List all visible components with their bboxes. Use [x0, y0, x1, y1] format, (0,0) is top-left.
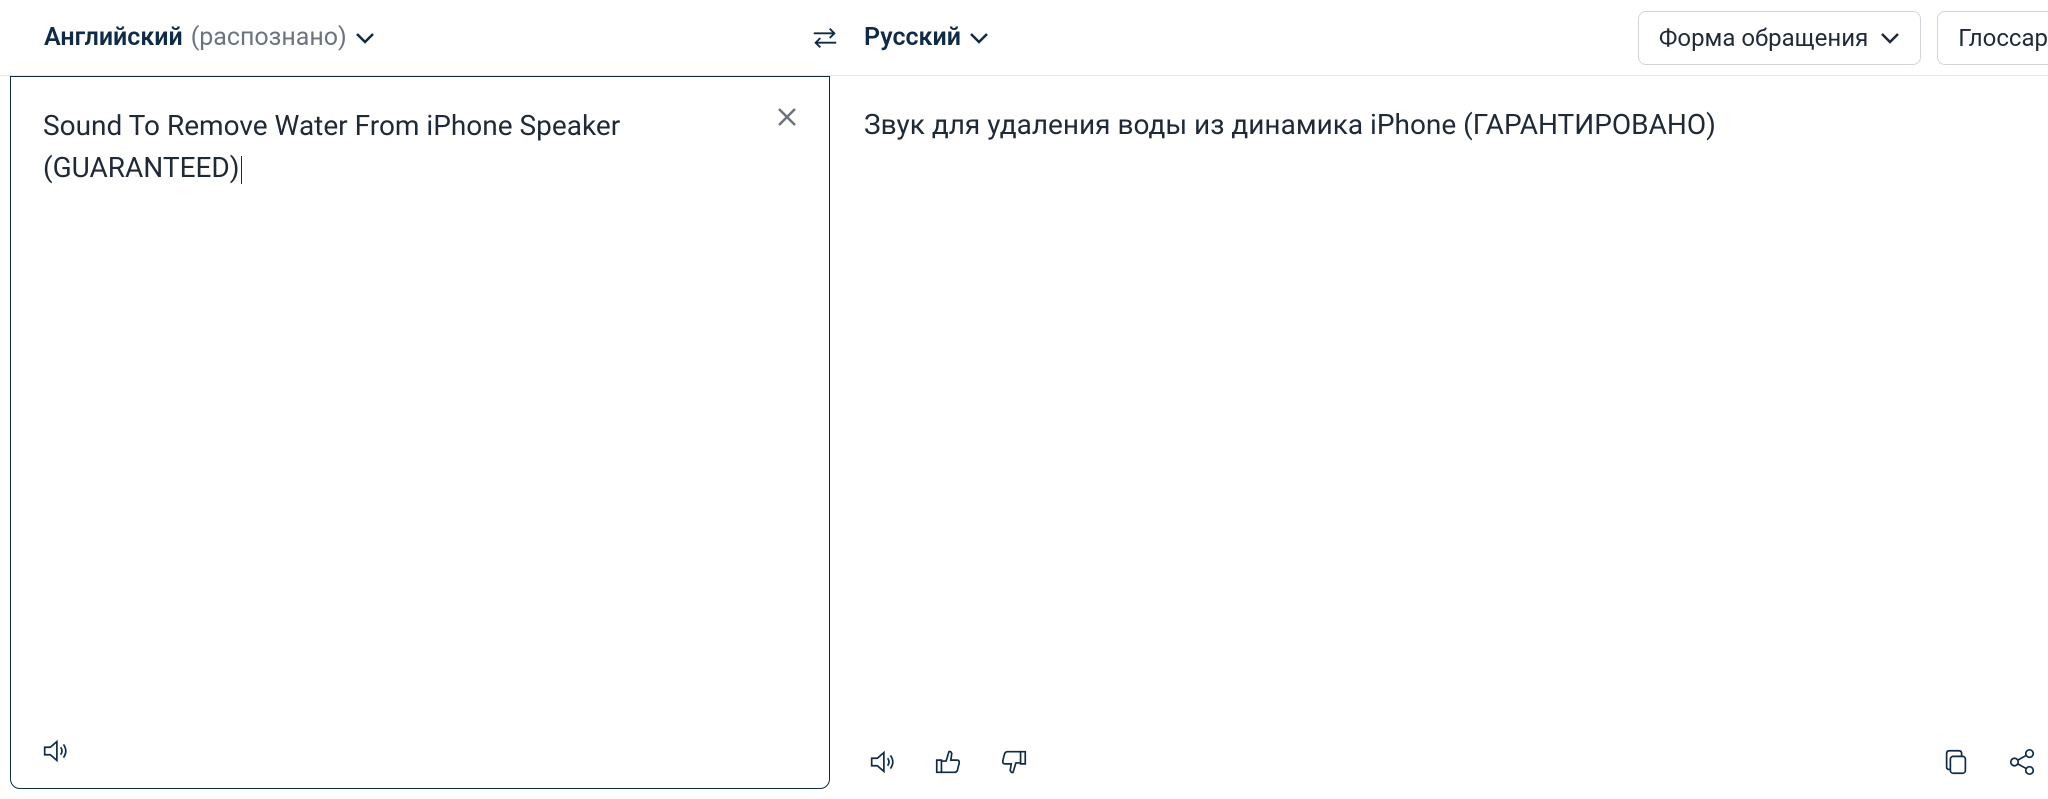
formality-dropdown[interactable]: Форма обращения [1638, 11, 1921, 65]
target-panel: Звук для удаления воды из динамика iPhon… [830, 76, 2048, 799]
source-text-input[interactable]: Sound To Remove Water From iPhone Speake… [11, 77, 829, 728]
play-source-audio-button[interactable] [37, 735, 73, 771]
clear-source-button[interactable] [769, 101, 805, 137]
copy-button[interactable] [1938, 746, 1974, 782]
target-text-output: Звук для удаления воды из динамика iPhon… [864, 76, 2048, 739]
chevron-down-icon [355, 28, 375, 48]
speaker-icon [867, 747, 897, 781]
source-language-detected-label: (распознано) [191, 23, 347, 52]
chevron-down-icon [969, 28, 989, 48]
target-language-selector[interactable]: Русский [864, 23, 989, 52]
chevron-down-icon [1880, 28, 1900, 48]
formality-label: Форма обращения [1659, 24, 1868, 52]
thumbs-up-button[interactable] [930, 746, 966, 782]
thumbs-up-icon [933, 747, 963, 781]
thumbs-down-icon [999, 747, 1029, 781]
source-bottom-bar [11, 728, 829, 788]
speaker-icon [40, 736, 70, 770]
glossary-button[interactable]: Глоссар [1937, 11, 2048, 65]
source-panel: Sound To Remove Water From iPhone Speake… [10, 76, 830, 789]
target-language-label: Русский [864, 23, 961, 52]
header-bar: Английский (распознано) Русский Форма об… [0, 0, 2048, 76]
share-button[interactable] [2004, 746, 2040, 782]
translation-panels: Sound To Remove Water From iPhone Speake… [0, 76, 2048, 799]
thumbs-down-button[interactable] [996, 746, 1032, 782]
source-language-label: Английский [44, 23, 183, 52]
source-language-selector[interactable]: Английский (распознано) [44, 23, 375, 52]
swap-languages-button[interactable] [807, 20, 843, 56]
glossary-label: Глоссар [1958, 24, 2048, 52]
close-icon [775, 105, 799, 133]
target-bottom-right [1938, 746, 2048, 782]
copy-icon [1941, 747, 1971, 781]
target-bottom-bar [864, 739, 2048, 799]
translator-container: Английский (распознано) Русский Форма об… [0, 0, 2048, 799]
header-right-controls: Форма обращения Глоссар [1638, 11, 2048, 65]
play-target-audio-button[interactable] [864, 746, 900, 782]
share-icon [2007, 747, 2037, 781]
